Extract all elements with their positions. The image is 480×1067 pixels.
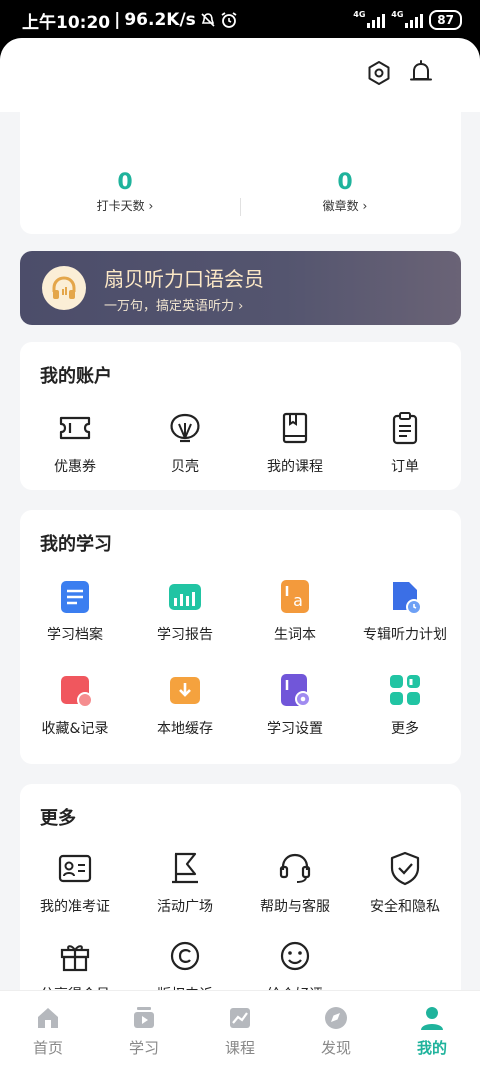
- badge-label: 徽章数: [322, 199, 359, 213]
- bell-icon[interactable]: [406, 58, 436, 88]
- study-archive-item[interactable]: 学习档案: [20, 576, 130, 644]
- tab-mine[interactable]: 我的: [384, 991, 480, 1067]
- favorites-item[interactable]: 收藏&记录: [20, 670, 130, 738]
- admission-ticket-item[interactable]: 我的准考证: [20, 848, 130, 916]
- shell-item[interactable]: 贝壳: [130, 408, 240, 476]
- report-chart-icon: [169, 584, 201, 610]
- vip-banner[interactable]: 扇贝听力口语会员 一万句，搞定英语听力 ›: [20, 251, 461, 325]
- shield-icon: [390, 851, 420, 886]
- more-title: 更多: [40, 808, 76, 829]
- gift-icon: [60, 945, 90, 972]
- status-bar: 上午10:20 | 96.2K/s 4G 4G 87: [0, 0, 480, 40]
- bottom-tab-bar: 首页 学习 课程 发现 我的: [0, 990, 480, 1067]
- status-speed: 96.2K/s: [124, 10, 196, 30]
- stats-card: 0 打卡天数 › 0 徽章数 ›: [20, 112, 461, 234]
- archive-icon: [61, 581, 89, 613]
- book-icon: [282, 412, 308, 444]
- shell-icon: [170, 413, 200, 443]
- vocabulary-book-icon: a: [281, 580, 309, 613]
- alarm-icon: [221, 12, 237, 28]
- checkin-count: 0: [117, 170, 133, 195]
- trend-icon: [230, 1008, 250, 1028]
- vocabulary-item[interactable]: a 生词本: [240, 576, 350, 644]
- checkin-stat[interactable]: 0 打卡天数 ›: [45, 170, 205, 214]
- signal-1-icon: 4G: [353, 10, 386, 28]
- help-service-item[interactable]: 帮助与客服: [240, 848, 350, 916]
- coupon-item[interactable]: 优惠券: [20, 408, 130, 476]
- orders-item[interactable]: 订单: [350, 408, 460, 476]
- copyright-icon: [170, 941, 200, 971]
- vip-subtitle: 一万句，搞定英语听力: [104, 299, 235, 314]
- study-card: 我的学习 学习档案 学习报告 a 生词本 专辑听力计划 收藏&记录 本地缓存 学…: [20, 510, 461, 764]
- local-cache-item[interactable]: 本地缓存: [130, 670, 240, 738]
- clipboard-icon: [392, 412, 418, 445]
- account-card: 我的账户 优惠券 贝壳 我的课程 订单: [20, 342, 461, 490]
- headset-icon: [279, 853, 311, 883]
- album-plan-icon: [393, 582, 422, 615]
- top-bar: [0, 38, 480, 112]
- download-icon: [170, 677, 200, 704]
- grid-more-icon: [390, 675, 420, 705]
- tab-courses[interactable]: 课程: [192, 991, 288, 1067]
- study-settings-icon: [281, 674, 311, 707]
- id-card-icon: [58, 854, 92, 883]
- headphones-logo-icon: [42, 266, 86, 310]
- status-time: 上午10:20: [22, 12, 111, 33]
- badge-count: 0: [337, 170, 353, 195]
- checkin-label: 打卡天数: [96, 199, 145, 213]
- tab-discover[interactable]: 发现: [288, 991, 384, 1067]
- more-card: 更多 我的准考证 活动广场 帮助与客服 安全和隐私: [20, 784, 461, 1014]
- coupon-icon: [59, 416, 91, 440]
- study-report-item[interactable]: 学习报告: [130, 576, 240, 644]
- study-title: 我的学习: [40, 534, 112, 555]
- badge-stat[interactable]: 0 徽章数 ›: [265, 170, 425, 214]
- home-icon: [38, 1008, 58, 1028]
- profile-screen: 0 打卡天数 › 0 徽章数 › 扇贝听力口语会员 一万句，搞定英语听力 › 我…: [0, 38, 480, 1067]
- security-privacy-item[interactable]: 安全和隐私: [350, 848, 460, 916]
- study-more-item[interactable]: 更多: [350, 670, 460, 738]
- favorites-icon: [61, 676, 93, 708]
- flag-icon: [172, 852, 198, 884]
- study-settings-item[interactable]: 学习设置: [240, 670, 350, 738]
- tab-home[interactable]: 首页: [0, 991, 96, 1067]
- vip-title: 扇贝听力口语会员: [104, 267, 264, 291]
- battery-indicator: 87: [429, 10, 462, 30]
- stat-divider: [240, 198, 241, 216]
- compass-icon: [325, 1007, 347, 1029]
- mute-icon: [201, 13, 215, 27]
- album-plan-item[interactable]: 专辑听力计划: [350, 576, 460, 644]
- svg-text:a: a: [293, 591, 303, 610]
- activity-plaza-item[interactable]: 活动广场: [130, 848, 240, 916]
- play-screen-icon: [134, 1007, 154, 1028]
- my-courses-item[interactable]: 我的课程: [240, 408, 350, 476]
- tab-study[interactable]: 学习: [96, 991, 192, 1067]
- account-title: 我的账户: [40, 366, 112, 387]
- signal-2-icon: 4G: [391, 10, 424, 28]
- smile-icon: [280, 941, 310, 971]
- user-icon: [421, 1007, 443, 1030]
- settings-icon[interactable]: [364, 58, 394, 88]
